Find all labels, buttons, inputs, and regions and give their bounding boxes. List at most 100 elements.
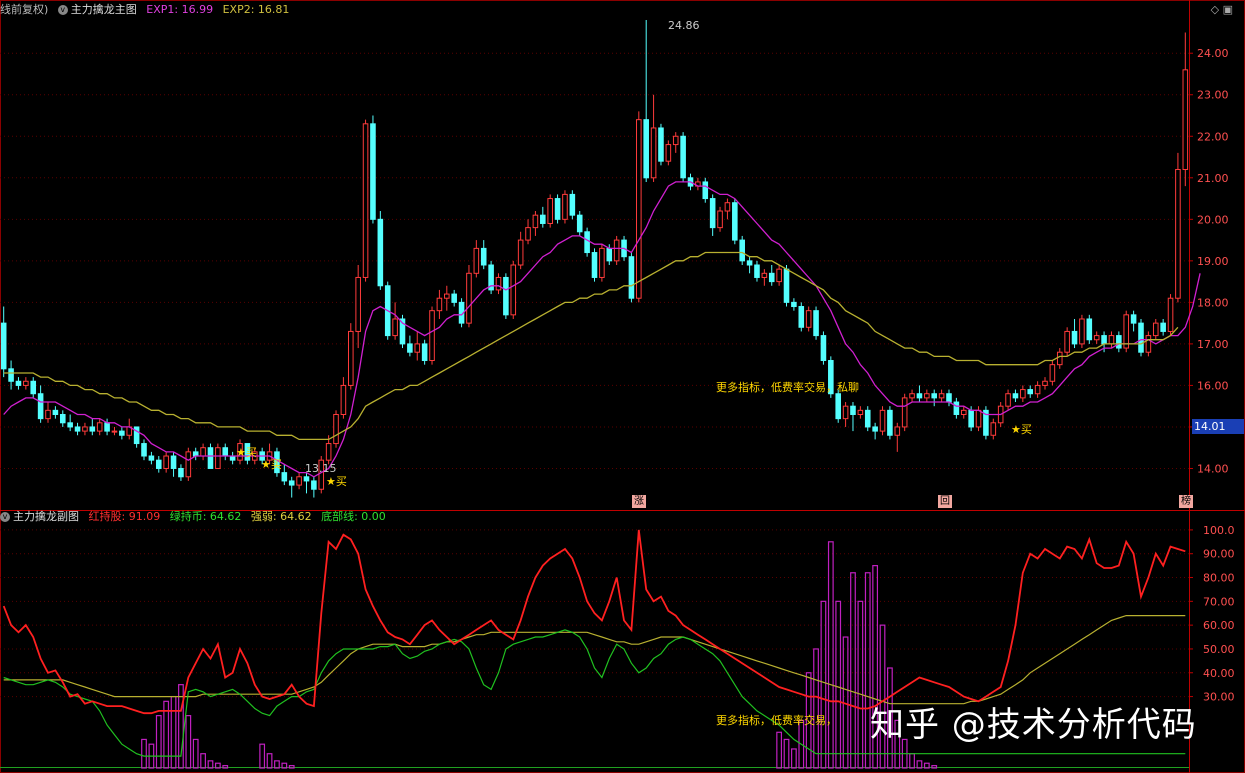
candle-body (791, 301, 797, 308)
red-hold-line (2, 529, 1186, 715)
candle-body (1175, 168, 1181, 299)
candle-body (1005, 393, 1011, 407)
candle-body (37, 393, 44, 420)
candle-body (813, 310, 819, 337)
buy-signal-2: ★买 (261, 458, 282, 471)
candle-body (628, 256, 635, 299)
candle-body (1130, 314, 1137, 324)
volume-bar (266, 753, 273, 769)
main-tick-label: 18.00 (1197, 296, 1229, 309)
candle-body (148, 455, 155, 461)
sub-tick-label: 40.00 (1203, 667, 1235, 680)
candle-body (931, 393, 938, 399)
candle-body (370, 123, 376, 220)
candle-body (1116, 335, 1122, 349)
sub-tick-label: 100.0 (1203, 524, 1235, 537)
green-hold-value: 绿持币: 64.62 (169, 510, 242, 523)
candle-body (525, 227, 531, 241)
candle-body (200, 447, 206, 457)
candle-body (872, 426, 878, 432)
candle-body (510, 264, 517, 316)
candle-body (23, 380, 29, 386)
main-tick-label: 24.00 (1197, 47, 1229, 60)
candle-body (776, 268, 782, 283)
candle-body (768, 272, 775, 283)
candle-body (407, 343, 413, 353)
candle-body (864, 409, 871, 428)
volume-bar (850, 572, 856, 769)
candle-body (207, 447, 214, 469)
outer-frame (0, 0, 1245, 773)
bottom-line-value: 底部线: 0.00 (321, 510, 386, 523)
candle-body (879, 409, 886, 432)
diamond-icon[interactable]: ◇ (1211, 3, 1219, 16)
candle-body (67, 422, 73, 428)
tag-hui[interactable]: 回 (938, 495, 952, 508)
volume-bar (170, 695, 177, 769)
candle-body (591, 252, 598, 278)
candle-body (665, 144, 672, 162)
adjust-mode-label: 线前复权) (0, 3, 49, 16)
candle-body (1027, 389, 1034, 395)
candle-body (1167, 297, 1174, 332)
candle-body (746, 260, 753, 266)
candle-body (444, 293, 450, 299)
candle-body (739, 239, 745, 262)
candle-body (421, 343, 428, 362)
volume-bar (192, 738, 199, 769)
candle-body (185, 451, 192, 478)
candle-body (569, 193, 576, 216)
candle-body (503, 276, 509, 316)
sub-tick-label: 90.00 (1203, 548, 1235, 561)
panel-toggle-icon[interactable]: ▣ (1223, 3, 1233, 16)
main-indicator-name[interactable]: 主力擒龙主图 (71, 3, 137, 16)
volume-bar (916, 760, 923, 769)
indicator-menu-icon[interactable]: v (57, 5, 68, 15)
volume-bar (857, 600, 864, 769)
candle-body (702, 181, 709, 200)
window-controls: ◇ ▣ (1211, 3, 1233, 16)
candle-body (1020, 389, 1026, 399)
candle-body (1034, 384, 1041, 395)
candle-body (15, 380, 22, 386)
candle-body (133, 426, 140, 445)
candle-body (377, 218, 384, 287)
candle-body (540, 214, 546, 224)
candle-body (554, 198, 561, 220)
candle-body (680, 135, 686, 179)
candle-body (466, 272, 472, 324)
candle-body (754, 264, 760, 278)
candle-body (1108, 335, 1115, 345)
candle-body (348, 330, 354, 386)
sub-tick-label: 30.00 (1203, 691, 1235, 704)
volume-bar (783, 738, 790, 769)
candle-body (480, 247, 487, 266)
candle-body (732, 202, 738, 241)
sub-chart-header: v 主力擒龙副图 红持股: 91.09 绿持币: 64.62 强弱: 64.62 … (0, 507, 392, 527)
sub-indicator-menu-icon[interactable]: v (0, 512, 10, 522)
exp1-value: EXP1: 16.99 (146, 3, 214, 16)
sub-tick-label: 80.00 (1203, 572, 1235, 585)
candle-body (1079, 318, 1085, 345)
candle-body (1145, 335, 1152, 353)
candle-body (842, 405, 849, 420)
candle-body (953, 401, 960, 415)
candle-body (1123, 314, 1130, 349)
candle-body (894, 426, 901, 436)
sub-histogram (141, 541, 938, 769)
candle-body (163, 455, 169, 469)
sub-tick-label: 70.00 (1203, 595, 1235, 608)
candle-body (805, 310, 812, 328)
main-tick-label: 14.00 (1197, 462, 1229, 475)
watermark-text: 知乎 @技术分析代码 (870, 705, 1197, 745)
sub-indicator-name[interactable]: 主力擒龙副图 (13, 510, 79, 523)
candle-body (761, 272, 768, 278)
candle-body (303, 476, 310, 482)
sub-tick-label: 60.00 (1203, 619, 1235, 632)
tag-zhang[interactable]: 涨 (632, 495, 646, 508)
candle-body (333, 413, 339, 445)
candle-body (59, 413, 66, 424)
tag-bang[interactable]: 榜 (1179, 495, 1193, 508)
candle-body (724, 202, 731, 212)
candle-body (599, 247, 605, 278)
